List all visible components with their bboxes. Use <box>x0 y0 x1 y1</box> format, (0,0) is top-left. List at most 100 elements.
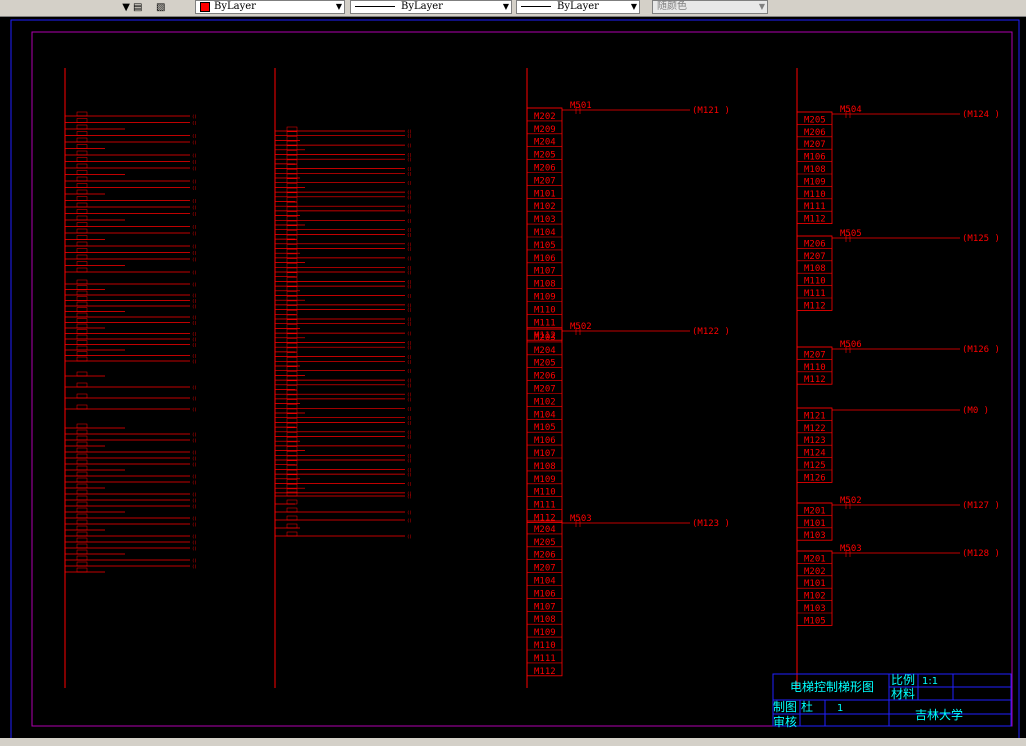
coil-label: () <box>407 143 412 148</box>
coil-label: () <box>192 270 197 275</box>
contact-symbol <box>286 338 298 343</box>
contact-symbol <box>286 314 298 320</box>
contact-symbol <box>286 263 298 268</box>
contact-symbol <box>286 499 298 505</box>
contact-symbol <box>286 399 298 404</box>
coil-label: () <box>192 498 197 503</box>
contact-symbol <box>286 310 298 315</box>
contact-symbol <box>76 507 88 513</box>
coil-label: () <box>192 293 197 298</box>
contact-symbol <box>286 479 298 484</box>
output-contact-label: M503 <box>840 544 862 554</box>
contact-symbol <box>76 248 88 253</box>
contact-symbol <box>76 189 88 195</box>
coil-label: () <box>192 205 197 210</box>
contact-symbol <box>286 244 298 249</box>
coil-label: () <box>192 332 197 337</box>
properties-toolbar: ▼ ▤ ▧ ByLayer ▼ ByLayer ▼ ByLayer ▼ 随颜色 … <box>0 0 1026 17</box>
contact-label: M110 <box>534 641 556 651</box>
chevron-down-icon[interactable]: ▼ <box>631 1 637 13</box>
chevron-down-icon[interactable]: ▼ <box>336 1 342 13</box>
coil-label: () <box>407 308 412 313</box>
color-control[interactable]: ByLayer ▼ <box>195 0 345 14</box>
contact-symbol <box>76 447 88 453</box>
contact-symbol <box>286 281 298 287</box>
contact-symbol <box>76 483 88 489</box>
contact-label: M206 <box>804 239 826 249</box>
coil-label: () <box>192 438 197 443</box>
coil-label: () <box>192 231 197 236</box>
command-line[interactable] <box>0 738 1026 746</box>
coil-label: () <box>407 406 412 411</box>
chevron-down-icon: ▼ <box>758 2 765 11</box>
contact-label: M106 <box>534 436 556 446</box>
contact-symbol <box>76 296 88 301</box>
coil-label: () <box>192 257 197 262</box>
contact-symbol <box>286 164 298 169</box>
contact-symbol <box>286 418 298 423</box>
organization: 吉林大学 <box>915 707 963 722</box>
layer-dropdown-arrow-icon[interactable]: ▼ <box>0 0 130 15</box>
color-swatch-icon <box>200 1 210 12</box>
contact-symbol <box>76 137 88 143</box>
coil-label: (M124 ) <box>962 110 1000 120</box>
lineweight-control[interactable]: ByLayer ▼ <box>516 0 640 14</box>
contact-label: M105 <box>804 616 826 626</box>
layer-previous-icon[interactable]: ▧ <box>156 0 165 15</box>
contact-symbol <box>76 228 88 234</box>
drawn-value: 1 <box>837 703 843 714</box>
contact-label: M207 <box>534 564 556 574</box>
contact-label: M203 <box>534 333 556 343</box>
coil-label: () <box>407 383 412 388</box>
coil-label: () <box>407 435 412 440</box>
contact-label: M202 <box>534 112 556 122</box>
contact-symbol <box>76 489 88 495</box>
drawing-canvas[interactable]: () () () () () () () () () () () () () () () () () () () ()… <box>0 16 1026 746</box>
contact-label: M206 <box>534 164 556 174</box>
contact-symbol <box>286 150 298 155</box>
layers-stack-icon[interactable]: ▤ <box>133 0 142 15</box>
output-contact-label: M501 <box>570 101 592 111</box>
contact-symbol <box>286 422 298 428</box>
contact-symbol <box>286 361 298 367</box>
output-contact-label: M503 <box>570 514 592 524</box>
contact-symbol <box>286 154 298 160</box>
contact-label: M101 <box>804 519 826 529</box>
contact-label: M110 <box>804 190 826 200</box>
contact-symbol <box>286 380 298 386</box>
coil-label: () <box>192 251 197 256</box>
linetype-control[interactable]: ByLayer ▼ <box>350 0 512 14</box>
coil-label: (M0 ) <box>962 406 989 416</box>
coil-label: () <box>192 140 197 145</box>
contact-symbol <box>76 307 88 312</box>
contact-symbol <box>286 126 298 132</box>
contact-symbol <box>286 234 298 240</box>
lineweight-sample-icon <box>521 6 551 7</box>
contact-symbol <box>286 404 298 409</box>
contact-symbol <box>286 272 298 277</box>
contact-symbol <box>286 216 298 221</box>
chevron-down-icon[interactable]: ▼ <box>503 1 509 13</box>
ladder-column-1: ()()()()()()()()()()()()()()()()()()()()… <box>64 68 197 688</box>
coil-label: () <box>407 181 412 186</box>
contact-symbol <box>286 258 298 263</box>
coil-label: () <box>192 160 197 165</box>
contact-symbol <box>286 230 298 235</box>
contact-symbol <box>286 220 298 226</box>
contact-symbol <box>76 393 88 399</box>
contact-symbol <box>76 209 88 214</box>
contact-symbol <box>286 328 298 334</box>
contact-label: M109 <box>534 293 556 303</box>
coil-label: () <box>192 166 197 171</box>
coil-label: () <box>192 186 197 191</box>
contact-label: M123 <box>804 436 826 446</box>
contact-symbol <box>286 488 298 494</box>
contact-symbol <box>76 176 88 182</box>
contact-symbol <box>76 441 88 447</box>
contact-symbol <box>76 144 88 149</box>
contact-symbol <box>286 333 298 339</box>
drawn-by: 杜 <box>801 699 813 714</box>
contact-symbol <box>76 471 88 477</box>
coil-label: () <box>407 218 412 223</box>
contact-label: M124 <box>804 449 826 459</box>
